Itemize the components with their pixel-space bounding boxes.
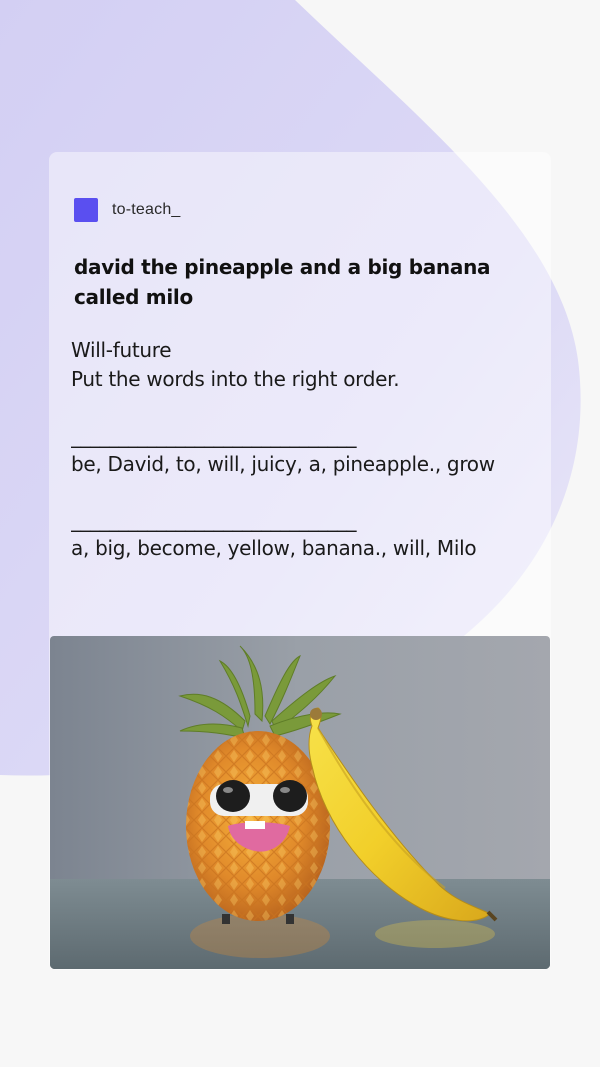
- brand-logo-icon: [74, 198, 98, 222]
- answer-blank: ______________________________: [71, 424, 357, 448]
- word-list: be, David, to, will, juicy, a, pineapple…: [71, 452, 495, 476]
- topic-label: Will-future: [71, 338, 172, 362]
- brand-name: to-teach_: [112, 201, 181, 218]
- word-list: a, big, become, yellow, banana., will, M…: [71, 536, 477, 560]
- instructions: Will-future Put the words into the right…: [71, 336, 541, 394]
- brand: to-teach_: [74, 198, 181, 222]
- exercise-2: ______________________________ a, big, b…: [71, 506, 541, 562]
- worksheet-card: to-teach_ david the pineapple and a big …: [49, 152, 551, 970]
- worksheet-title: david the pineapple and a big banana cal…: [74, 255, 491, 309]
- answer-blank: ______________________________: [71, 508, 357, 532]
- illustration-image: [50, 636, 550, 969]
- exercise-1: ______________________________ be, David…: [71, 422, 541, 478]
- pineapple-banana-illustration: [50, 636, 550, 969]
- instruction-text: Put the words into the right order.: [71, 367, 400, 391]
